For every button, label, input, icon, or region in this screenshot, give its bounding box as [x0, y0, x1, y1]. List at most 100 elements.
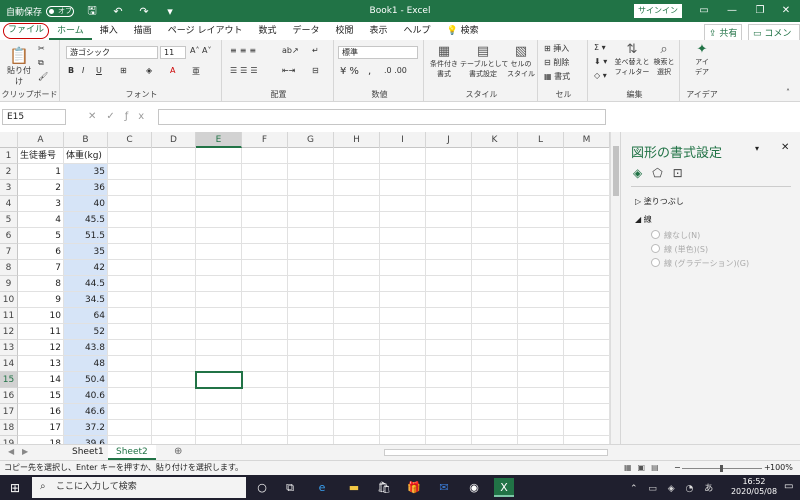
- cell-F9[interactable]: [242, 276, 288, 292]
- row-header[interactable]: 8: [0, 260, 18, 276]
- cell-K2[interactable]: [472, 164, 518, 180]
- cell-F15[interactable]: [242, 372, 288, 388]
- cell-B18[interactable]: 37.2: [64, 420, 108, 436]
- cell-M18[interactable]: [564, 420, 610, 436]
- cell-G19[interactable]: [288, 436, 334, 444]
- cell-B9[interactable]: 44.5: [64, 276, 108, 292]
- cell-A14[interactable]: 13: [18, 356, 64, 372]
- indent-icon[interactable]: ⇤⇥: [282, 66, 295, 75]
- row-header[interactable]: 19: [0, 436, 18, 444]
- column-header-A[interactable]: A: [18, 132, 64, 148]
- cell-A18[interactable]: 17: [18, 420, 64, 436]
- column-header-M[interactable]: M: [564, 132, 610, 148]
- cell-L19[interactable]: [518, 436, 564, 444]
- save-icon[interactable]: 🖫: [84, 2, 100, 21]
- cell-M14[interactable]: [564, 356, 610, 372]
- cell-I2[interactable]: [380, 164, 426, 180]
- cell-J16[interactable]: [426, 388, 472, 404]
- line-solid-radio[interactable]: 線 (単色)(S): [651, 244, 708, 255]
- cell-L5[interactable]: [518, 212, 564, 228]
- row-header[interactable]: 15: [0, 372, 18, 388]
- wrap-text-icon[interactable]: ↵: [312, 46, 319, 55]
- cell-G10[interactable]: [288, 292, 334, 308]
- close-icon[interactable]: ✕: [772, 0, 800, 22]
- cell-H8[interactable]: [334, 260, 380, 276]
- task-view-icon[interactable]: ⧉: [280, 478, 300, 497]
- cell-E5[interactable]: [196, 212, 242, 228]
- cell-A12[interactable]: 11: [18, 324, 64, 340]
- cell-H7[interactable]: [334, 244, 380, 260]
- cell-F3[interactable]: [242, 180, 288, 196]
- effects-icon[interactable]: ⬠: [652, 166, 662, 180]
- tab-formulas[interactable]: 数式: [250, 22, 284, 40]
- cell-B12[interactable]: 52: [64, 324, 108, 340]
- find-select-button[interactable]: ⌕ 検索と 選択: [650, 42, 678, 77]
- cell-H4[interactable]: [334, 196, 380, 212]
- cell-K18[interactable]: [472, 420, 518, 436]
- cell-L8[interactable]: [518, 260, 564, 276]
- cell-L7[interactable]: [518, 244, 564, 260]
- cell-G13[interactable]: [288, 340, 334, 356]
- cell-H3[interactable]: [334, 180, 380, 196]
- sort-filter-button[interactable]: ⇅ 並べ替えと フィルター: [614, 42, 650, 77]
- fill-line-icon[interactable]: ◈: [633, 166, 642, 180]
- row-header[interactable]: 3: [0, 180, 18, 196]
- tab-insert[interactable]: 挿入: [92, 22, 126, 40]
- cell-D3[interactable]: [152, 180, 196, 196]
- cell-J12[interactable]: [426, 324, 472, 340]
- column-header-G[interactable]: G: [288, 132, 334, 148]
- cell-J2[interactable]: [426, 164, 472, 180]
- cell-A1[interactable]: 生徒番号: [18, 148, 64, 164]
- cell-F11[interactable]: [242, 308, 288, 324]
- cell-M6[interactable]: [564, 228, 610, 244]
- cell-J3[interactable]: [426, 180, 472, 196]
- cell-D10[interactable]: [152, 292, 196, 308]
- cell-E4[interactable]: [196, 196, 242, 212]
- cell-F13[interactable]: [242, 340, 288, 356]
- cell-I8[interactable]: [380, 260, 426, 276]
- autosave-toggle[interactable]: オフ: [46, 5, 75, 17]
- formula-input[interactable]: [158, 109, 606, 125]
- cell-A17[interactable]: 16: [18, 404, 64, 420]
- cell-K19[interactable]: [472, 436, 518, 444]
- cell-M10[interactable]: [564, 292, 610, 308]
- cell-B7[interactable]: 35: [64, 244, 108, 260]
- tab-view[interactable]: 表示: [362, 22, 396, 40]
- cell-H6[interactable]: [334, 228, 380, 244]
- cell-J14[interactable]: [426, 356, 472, 372]
- cell-K6[interactable]: [472, 228, 518, 244]
- customize-qat-icon[interactable]: ▾: [162, 5, 178, 18]
- name-box[interactable]: E15: [2, 109, 66, 125]
- tab-page-layout[interactable]: ページ レイアウト: [160, 22, 251, 40]
- cell-L13[interactable]: [518, 340, 564, 356]
- worksheet-grid[interactable]: ABCDEFGHIJKLM 1 生徒番号 体重(kg) 2 1 35 3 2 36 4 3 40 5 4 4…: [0, 132, 610, 444]
- cell-C5[interactable]: [108, 212, 152, 228]
- cell-D16[interactable]: [152, 388, 196, 404]
- row-header[interactable]: 7: [0, 244, 18, 260]
- cell-G16[interactable]: [288, 388, 334, 404]
- cell-D8[interactable]: [152, 260, 196, 276]
- row-header[interactable]: 11: [0, 308, 18, 324]
- column-header-J[interactable]: J: [426, 132, 472, 148]
- cell-E16[interactable]: [196, 388, 242, 404]
- cell-B15[interactable]: 50.4: [64, 372, 108, 388]
- cell-D14[interactable]: [152, 356, 196, 372]
- cell-M8[interactable]: [564, 260, 610, 276]
- pane-options-icon[interactable]: ▾: [755, 144, 759, 153]
- cell-D17[interactable]: [152, 404, 196, 420]
- cell-G12[interactable]: [288, 324, 334, 340]
- cell-D12[interactable]: [152, 324, 196, 340]
- column-header-C[interactable]: C: [108, 132, 152, 148]
- cell-I3[interactable]: [380, 180, 426, 196]
- cell-H16[interactable]: [334, 388, 380, 404]
- cell-E17[interactable]: [196, 404, 242, 420]
- ribbon-display-icon[interactable]: ▭: [690, 0, 718, 22]
- cell-E10[interactable]: [196, 292, 242, 308]
- cell-A8[interactable]: 7: [18, 260, 64, 276]
- cell-B13[interactable]: 43.8: [64, 340, 108, 356]
- cell-G9[interactable]: [288, 276, 334, 292]
- row-header[interactable]: 12: [0, 324, 18, 340]
- cell-F18[interactable]: [242, 420, 288, 436]
- fill-icon[interactable]: ⬇ ▾: [594, 57, 607, 66]
- cell-H18[interactable]: [334, 420, 380, 436]
